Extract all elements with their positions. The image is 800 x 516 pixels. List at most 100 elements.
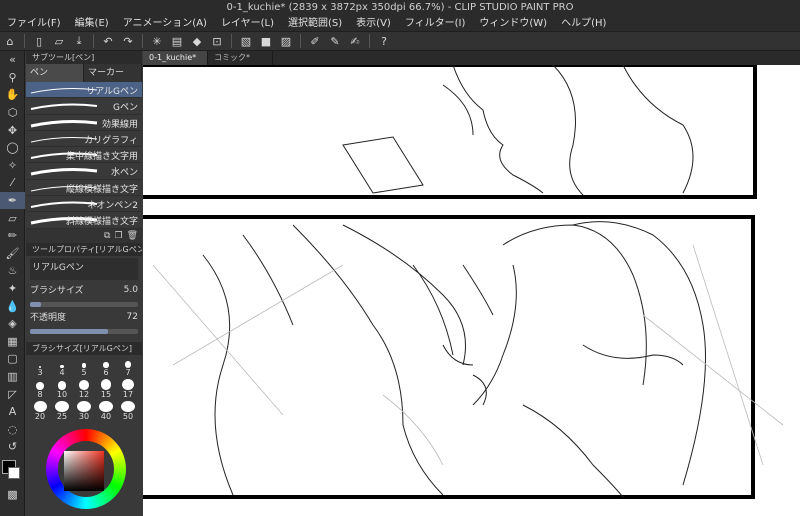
airbrush-icon[interactable]: ♨ bbox=[0, 262, 25, 280]
brush-size-option[interactable]: 7 bbox=[118, 357, 138, 377]
canvas[interactable] bbox=[143, 65, 800, 516]
gradient-icon[interactable]: ▦ bbox=[0, 333, 25, 351]
brush-item[interactable]: Gペン bbox=[26, 98, 142, 115]
brush-size-option[interactable]: 17 bbox=[118, 378, 138, 399]
brush-size-option[interactable]: 40 bbox=[96, 400, 116, 421]
brush-size-option[interactable]: 5 bbox=[74, 357, 94, 377]
color-wheel[interactable] bbox=[26, 427, 142, 509]
select-all-icon[interactable]: ▨ bbox=[278, 34, 294, 48]
brush-item-label: ネオンペン2 bbox=[87, 201, 138, 212]
help-icon[interactable]: ? bbox=[376, 34, 392, 48]
menu-filter[interactable]: フィルター(I) bbox=[398, 16, 473, 31]
tab-pen[interactable]: ペン bbox=[26, 64, 84, 82]
blend-icon[interactable]: 💧 bbox=[0, 297, 25, 315]
zoom-icon[interactable]: ⚲ bbox=[0, 69, 25, 87]
transform-icon[interactable]: ⊡ bbox=[209, 34, 225, 48]
redo-icon[interactable]: ↷ bbox=[120, 34, 136, 48]
size-slider[interactable] bbox=[30, 301, 138, 307]
ruler-snap-icon[interactable]: ✐ bbox=[307, 34, 323, 48]
frame-border-icon[interactable]: ▥ bbox=[0, 368, 25, 386]
sketch-artwork bbox=[143, 65, 784, 499]
brush-size-grid: 3 4 5 6 7 8 10 12 15 17 20 25 30 40 50 bbox=[26, 355, 142, 423]
pen-icon[interactable]: ✒ bbox=[0, 191, 25, 210]
menu-file[interactable]: ファイル(F) bbox=[0, 16, 68, 31]
trash-icon[interactable]: 🗑 bbox=[127, 231, 138, 241]
brush-size-option[interactable]: 15 bbox=[96, 378, 116, 399]
figure-icon[interactable]: ▢ bbox=[0, 350, 25, 368]
brush-size-option[interactable]: 25 bbox=[52, 400, 72, 421]
copy-subtool-icon[interactable]: ⧉ bbox=[104, 231, 110, 241]
decoration-icon[interactable]: ✦ bbox=[0, 280, 25, 298]
bucket-icon[interactable]: ◆ bbox=[189, 34, 205, 48]
transparent-color-icon[interactable]: ▩ bbox=[0, 486, 25, 504]
grid-snap-icon[interactable]: ✍ bbox=[347, 34, 363, 48]
eraser-icon[interactable]: ▱ bbox=[0, 209, 25, 227]
collapse-icon[interactable]: « bbox=[0, 51, 25, 69]
brush-item[interactable]: ネオンペン2 bbox=[26, 196, 142, 213]
size-dot-icon bbox=[100, 378, 112, 390]
menu-layer[interactable]: レイヤー(L) bbox=[214, 16, 281, 31]
menu-window[interactable]: ウィンドウ(W) bbox=[472, 16, 554, 31]
auto-select-icon[interactable]: ✧ bbox=[0, 157, 25, 175]
fill-icon[interactable]: ▤ bbox=[169, 34, 185, 48]
opacity-slider[interactable] bbox=[30, 328, 138, 334]
new-file-icon[interactable]: ▯ bbox=[31, 34, 47, 48]
brush-item[interactable]: リアルGペン bbox=[26, 82, 142, 99]
brush-icon[interactable]: 🖌 bbox=[0, 245, 25, 263]
menu-view[interactable]: 表示(V) bbox=[349, 16, 398, 31]
brush-item[interactable]: 効果線用 bbox=[26, 115, 142, 131]
opacity-value[interactable]: 72 bbox=[127, 312, 138, 322]
sub-color-icon[interactable] bbox=[8, 466, 20, 479]
tab-canvas-2[interactable]: コミック* bbox=[208, 51, 273, 65]
ruler-icon[interactable]: ◸ bbox=[0, 385, 25, 403]
brush-size-label: 20 bbox=[34, 411, 46, 421]
tab-canvas-1[interactable]: 0-1_kuchie* bbox=[143, 51, 208, 65]
brush-item[interactable]: 縦線模様描き文字 bbox=[26, 180, 142, 197]
brush-size-option[interactable]: 30 bbox=[74, 400, 94, 421]
brush-item-label: 縦線模様描き文字 bbox=[65, 184, 138, 195]
text-icon[interactable]: A bbox=[0, 403, 25, 421]
brush-size-option[interactable]: 4 bbox=[52, 357, 72, 377]
duplicate-icon[interactable]: ❐ bbox=[114, 231, 122, 241]
brush-item[interactable]: 水ペン bbox=[26, 163, 142, 180]
menu-selection[interactable]: 選択範囲(S) bbox=[281, 16, 349, 31]
saturation-square[interactable] bbox=[64, 450, 104, 491]
brush-item[interactable]: 集中線描き文字用 bbox=[26, 147, 142, 164]
save-icon[interactable]: ⤓ bbox=[71, 34, 87, 48]
app-home-icon[interactable]: ⌂ bbox=[2, 34, 18, 48]
brush-size-option[interactable]: 20 bbox=[30, 400, 50, 421]
menu-animation[interactable]: アニメーション(A) bbox=[116, 16, 214, 31]
color-swatch[interactable] bbox=[0, 456, 25, 486]
select-invert-icon[interactable]: ▧ bbox=[238, 34, 254, 48]
brush-item[interactable]: 斜線模様描き文字 bbox=[26, 212, 142, 229]
undo-icon[interactable]: ↶ bbox=[100, 34, 116, 48]
special-ruler-snap-icon[interactable]: ✎ bbox=[327, 34, 343, 48]
select-clear-icon[interactable]: ■ bbox=[258, 34, 274, 48]
opacity-label: 不透明度 bbox=[30, 313, 67, 324]
brush-stroke-preview bbox=[30, 168, 98, 176]
pencil-icon[interactable]: ✏ bbox=[0, 227, 25, 245]
tab-marker[interactable]: マーカー bbox=[84, 64, 142, 82]
clear-icon[interactable]: ✳ bbox=[149, 34, 165, 48]
hand-icon[interactable]: ✋ bbox=[0, 86, 25, 104]
brush-size-option[interactable]: 10 bbox=[52, 379, 72, 399]
brush-size-label: 12 bbox=[78, 389, 90, 399]
brush-size-label: 17 bbox=[122, 389, 134, 399]
brush-size-option[interactable]: 50 bbox=[118, 400, 138, 421]
brush-size-option[interactable]: 12 bbox=[74, 379, 94, 399]
open-file-icon[interactable]: ▱ bbox=[51, 34, 67, 48]
size-value[interactable]: 5.0 bbox=[124, 285, 138, 295]
eyedropper-icon[interactable]: ⁄ bbox=[0, 174, 25, 192]
brush-size-option[interactable]: 6 bbox=[96, 357, 116, 377]
move-layer-icon[interactable]: ✥ bbox=[0, 121, 25, 139]
brush-item[interactable]: カリグラフィ bbox=[26, 131, 142, 148]
correct-line-icon[interactable]: ↺ bbox=[0, 438, 25, 456]
menu-edit[interactable]: 編集(E) bbox=[68, 16, 116, 31]
brush-size-option[interactable]: 8 bbox=[30, 379, 50, 399]
menu-help[interactable]: ヘルプ(H) bbox=[554, 16, 613, 31]
fill-tool-icon[interactable]: ◈ bbox=[0, 315, 25, 333]
balloon-icon[interactable]: ◌ bbox=[0, 420, 25, 438]
operation-icon[interactable]: ⬡ bbox=[0, 104, 25, 122]
lasso-icon[interactable]: ◯ bbox=[0, 139, 25, 157]
brush-size-option[interactable]: 3 bbox=[30, 357, 50, 377]
